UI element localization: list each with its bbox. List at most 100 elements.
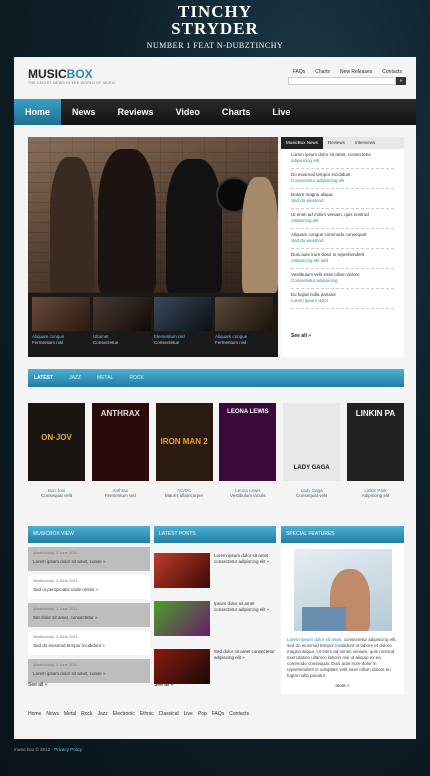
top-link-faqs[interactable]: FAQs <box>293 69 306 75</box>
album-cover-text: ON·JOV <box>41 433 72 442</box>
footer-link-home[interactable]: Home <box>28 711 41 717</box>
news-item[interactable]: Dolore magna aliqua Sed do eiusmod <box>291 189 394 209</box>
footer-nav: Home News Metal Rock Jazz Electronic Eth… <box>28 711 249 717</box>
news-item[interactable]: Eu fugiat nulla pariatur Lorem ipsum dolo… <box>291 289 394 309</box>
genre-tabs: LATEST JAZZ METAL ROCK <box>28 369 404 387</box>
footer-link-faqs[interactable]: FAQs <box>212 711 225 717</box>
hero-figure-woman <box>242 177 278 293</box>
banner-title-line2: STRYDER <box>171 19 259 38</box>
view-item-title: Sed do eiusmod tempor incididunt » <box>33 643 105 648</box>
news-see-all-link[interactable]: See all » <box>291 333 311 339</box>
album-card[interactable]: LINKIN PA Linkin Park Adipiscing elit <box>346 403 404 519</box>
view-see-all-link[interactable]: See all » <box>28 682 47 688</box>
privacy-policy-link[interactable]: Privacy Policy <box>54 747 82 752</box>
hero-photo[interactable] <box>28 137 278 293</box>
logo[interactable]: MUSICBOX <box>28 67 93 81</box>
hero-thumb[interactable]: Aliquam congue Fermentum nisl <box>32 297 90 349</box>
genre-tab-jazz[interactable]: JAZZ <box>69 375 81 381</box>
top-link-new-releases[interactable]: New Releases <box>340 69 372 75</box>
genre-tab-metal[interactable]: METAL <box>97 375 113 381</box>
search-button[interactable]: » <box>396 77 406 85</box>
nav-live[interactable]: Live <box>261 99 301 125</box>
footer-link-jazz[interactable]: Jazz <box>98 711 108 717</box>
view-item-date: Wednesday, 3 June 2011 <box>33 606 78 611</box>
news-item[interactable]: Duis aute irure dolor in reprehenderit Ad… <box>291 249 394 269</box>
banner-title-line1: TINCHY <box>177 2 252 21</box>
post-image <box>154 553 210 588</box>
genre-tab-latest[interactable]: LATEST <box>34 375 53 381</box>
hero-figure-dj <box>166 159 222 293</box>
album-cover-text: LEONA LEWIS <box>227 409 269 415</box>
hero-thumb[interactable]: Aliquam congue Fermentum nisl <box>215 297 273 349</box>
thumb-subcaption: Fermentum nisl <box>215 340 247 345</box>
hero-thumb[interactable]: Elementum nisl Consectetue <box>154 297 212 349</box>
view-item-date: Wednesday, 3 June 2011 <box>33 662 78 667</box>
album-sub: Consequat velit <box>40 493 73 498</box>
feature-more-link[interactable]: more » <box>287 683 398 688</box>
album-card[interactable]: IRON MAN 2 AC/DC Mauris ullamcorper <box>155 403 213 519</box>
news-item[interactable]: Aliquam congue commodo consequat Sed do e… <box>291 229 394 249</box>
top-link-contacts[interactable]: Contacts <box>382 69 402 75</box>
footer-link-classical[interactable]: Classical <box>159 711 179 717</box>
hero-thumb[interactable]: Ultamet Consectetue <box>93 297 151 349</box>
view-item[interactable]: Wednesday, 3 June 2011 Sed ut perspiciati… <box>28 575 150 599</box>
news-item[interactable]: Vestibulum velit esse cillum dolore Conse… <box>291 269 394 289</box>
thumb-subcaption: Fermentum nisl <box>32 340 64 345</box>
top-link-charts[interactable]: Charts <box>315 69 330 75</box>
feature-laptop-figure <box>301 607 346 631</box>
copyright-text: music box © 2012 · <box>14 747 53 752</box>
album-card[interactable]: LADY GAGA Lady Gaga Consequat velit <box>283 403 341 519</box>
album-cover: LEONA LEWIS <box>219 403 277 481</box>
footer-link-metal[interactable]: Metal <box>64 711 76 717</box>
news-box: MusicBox News Reviews Interviews Lorem i… <box>281 137 404 357</box>
main-page: MUSICBOX THE LATEST NEWS IN THE WORLD OF… <box>14 57 416 739</box>
nav-charts[interactable]: Charts <box>211 99 262 125</box>
album-cover-text: LINKIN PA <box>355 409 396 418</box>
tab-reviews[interactable]: Reviews <box>323 137 350 149</box>
thumb-image <box>32 297 90 331</box>
tab-musicbox-news[interactable]: MusicBox News <box>281 137 324 149</box>
album-sub: Vestibulum iaculis <box>230 493 266 498</box>
album-sub: Fermentum nisl <box>104 493 136 498</box>
news-item[interactable]: Do eiusmod tempor incididunt Consectetur … <box>291 169 394 189</box>
tagline: THE LATEST NEWS IN THE WORLD OF MUSIC <box>28 81 116 85</box>
post-item[interactable]: Ipsum dolor sit amet consectetur adipisc… <box>154 601 276 639</box>
logo-part-box: BOX <box>66 67 93 81</box>
footer-link-contacts[interactable]: Contacts <box>229 711 249 717</box>
album-card[interactable]: ON·JOV Bon Jovi Consequat velit <box>28 403 85 519</box>
nav-reviews[interactable]: Reviews <box>107 99 165 125</box>
footer-link-electronic[interactable]: Electronic <box>113 711 135 717</box>
news-item[interactable]: Lorem ipsum dolor sit amet, consectetur a… <box>291 149 394 169</box>
news-item-sub: Consectetur adipisicing <box>291 278 338 283</box>
genre-tab-rock[interactable]: ROCK <box>129 375 143 381</box>
latest-posts-column: LATEST POSTS Lorem ipsum dolor sit amet … <box>154 526 276 688</box>
footer-link-ethnic[interactable]: Ethnic <box>140 711 154 717</box>
news-tabs: MusicBox News Reviews Interviews <box>281 137 404 149</box>
nav-video[interactable]: Video <box>165 99 211 125</box>
album-card[interactable]: ANTHRAX Anthrax Fermentum nisl <box>91 403 149 519</box>
feature-image[interactable] <box>293 549 392 631</box>
news-item[interactable]: Ut enim ad minim veniam, quis nostrud Adi… <box>291 209 394 229</box>
logo-part-music: MUSIC <box>28 67 67 81</box>
footer-link-pop[interactable]: Pop <box>198 711 207 717</box>
tab-interviews[interactable]: Interviews <box>350 137 380 149</box>
footer-link-rock[interactable]: Rock <box>81 711 92 717</box>
album-cover: ON·JOV <box>28 403 85 481</box>
album-card[interactable]: LEONA LEWIS Leona Lewis Vestibulum iaculis <box>219 403 277 519</box>
nav-home[interactable]: Home <box>14 99 62 125</box>
post-image <box>154 601 210 636</box>
posts-see-all-link[interactable]: See all » <box>154 682 173 688</box>
post-text: Ipsum dolor sit amet consectetur adipisc… <box>214 601 270 612</box>
copyright: music box © 2012 · Privacy Policy <box>14 747 82 752</box>
view-item[interactable]: Wednesday, 3 June 2011 Lorem ipsum dolor … <box>28 659 150 683</box>
view-item[interactable]: Wednesday, 3 June 2011 Sed do eiusmod tem… <box>28 631 150 655</box>
footer-link-news[interactable]: News <box>46 711 59 717</box>
view-item[interactable]: Wednesday, 3 June 2011 Set dolor sit amet… <box>28 603 150 627</box>
footer-link-live[interactable]: Live <box>184 711 193 717</box>
post-item[interactable]: Lorem ipsum dolor sit amet consectetur a… <box>154 553 276 591</box>
special-features-heading: SPECIAL FEATURES <box>281 526 404 543</box>
nav-news[interactable]: News <box>61 99 107 125</box>
view-item[interactable]: Wednesday, 3 June 2011 Lorem ipsum dolor … <box>28 547 150 571</box>
search-input[interactable] <box>288 77 396 85</box>
top-banner[interactable]: TINCHY STRYDER NUMBER 1 FEAT N-DUBZTINCH… <box>0 0 430 56</box>
